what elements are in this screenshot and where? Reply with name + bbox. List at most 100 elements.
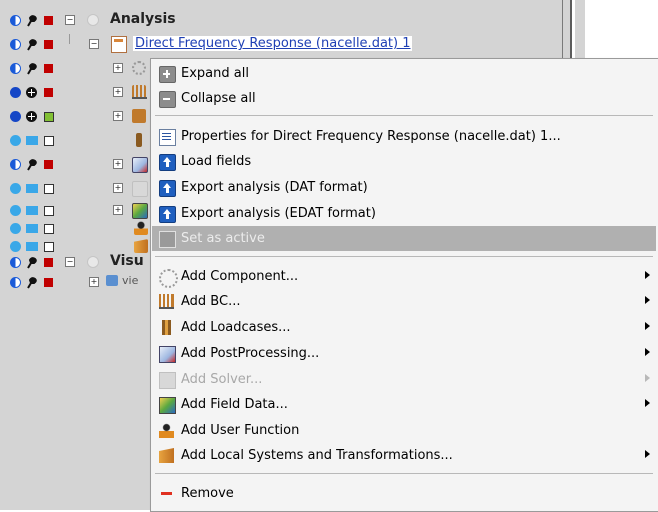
user-function-icon xyxy=(134,221,148,235)
menu-item-expand-all[interactable]: Expand all xyxy=(152,61,656,86)
submenu-arrow-icon xyxy=(645,348,650,356)
menu-item-export-dat[interactable]: Export analysis (DAT format) xyxy=(152,175,656,200)
load-fields-icon xyxy=(159,154,176,171)
solver-icon xyxy=(132,181,148,197)
empty-square-icon xyxy=(44,136,54,146)
menu-item-load-fields[interactable]: Load fields xyxy=(152,149,656,174)
postprocessing-icon xyxy=(159,346,176,363)
gear-icon xyxy=(159,269,178,288)
half-moon-icon xyxy=(10,63,21,74)
collapse-toggle[interactable]: − xyxy=(89,39,99,49)
local-systems-icon xyxy=(159,448,174,463)
menu-label: Add Component... xyxy=(181,269,299,284)
status-icons xyxy=(10,256,60,270)
status-icons xyxy=(10,86,60,100)
menu-separator xyxy=(155,115,653,116)
red-square-icon xyxy=(44,160,53,169)
cyan-square-icon xyxy=(26,224,38,233)
loadcase-icon xyxy=(132,109,146,123)
selected-tree-item[interactable]: Direct Frequency Response (nacelle.dat) … xyxy=(133,36,413,51)
menu-label: Export analysis (DAT format) xyxy=(181,180,368,195)
red-square-icon xyxy=(44,258,53,267)
menu-label: Add Local Systems and Transformations... xyxy=(181,448,453,463)
menu-item-add-bc[interactable]: Add BC... xyxy=(152,289,656,314)
menu-item-set-as-active[interactable]: Set as active xyxy=(152,226,656,251)
half-moon-icon xyxy=(10,15,21,26)
expand-toggle[interactable]: + xyxy=(113,111,123,121)
status-icons xyxy=(10,182,60,196)
cyan-dot-icon xyxy=(10,223,21,234)
field-data-icon xyxy=(159,397,176,414)
menu-item-add-loadcases[interactable]: Add Loadcases... xyxy=(152,315,656,340)
empty-square-icon xyxy=(44,224,54,234)
menu-item-add-component[interactable]: Add Component... xyxy=(152,264,656,289)
menu-label: Add Solver... xyxy=(181,372,263,387)
export-dat-icon xyxy=(159,180,176,197)
pin-icon xyxy=(27,39,37,51)
submenu-arrow-icon xyxy=(645,450,650,458)
empty-square-icon xyxy=(44,206,54,216)
cyan-square-icon xyxy=(26,206,38,215)
menu-item-add-solver[interactable]: Add Solver... xyxy=(152,367,656,392)
cyan-dot-icon xyxy=(10,135,21,146)
red-square-icon xyxy=(44,64,53,73)
collapse-toggle[interactable]: − xyxy=(65,257,75,267)
menu-label: Collapse all xyxy=(181,91,256,106)
half-moon-icon xyxy=(10,39,21,50)
postprocessing-icon xyxy=(132,157,148,173)
pin-icon xyxy=(27,15,37,27)
cyan-dot-icon xyxy=(10,205,21,216)
half-moon-icon xyxy=(10,159,21,170)
folder-circle-icon xyxy=(87,14,99,26)
expand-toggle[interactable]: + xyxy=(113,63,123,73)
menu-label: Set as active xyxy=(181,231,265,246)
status-icons xyxy=(10,38,60,52)
cyan-square-icon xyxy=(26,242,38,251)
menu-item-add-user-function[interactable]: Add User Function xyxy=(152,418,656,443)
remove-icon xyxy=(159,486,174,501)
submenu-arrow-icon xyxy=(645,296,650,304)
expand-toggle[interactable]: + xyxy=(113,87,123,97)
menu-separator xyxy=(155,473,653,474)
submenu-arrow-icon xyxy=(645,399,650,407)
cyan-square-icon xyxy=(26,184,38,193)
empty-square-icon xyxy=(44,242,54,252)
red-square-icon xyxy=(44,16,53,25)
bc-icon xyxy=(159,294,174,309)
bc-icon xyxy=(132,85,147,99)
tree-row-analysis[interactable]: − Analysis xyxy=(0,10,560,30)
menu-item-add-local-systems[interactable]: Add Local Systems and Transformations... xyxy=(152,443,656,468)
grid-icon xyxy=(26,111,37,122)
expand-toggle[interactable]: + xyxy=(113,205,123,215)
set-active-icon xyxy=(159,231,176,248)
status-icons xyxy=(10,14,60,28)
status-icons xyxy=(10,222,60,236)
tree-row-analysis-item[interactable]: − Direct Frequency Response (nacelle.dat… xyxy=(0,34,560,54)
red-square-icon xyxy=(44,40,53,49)
menu-item-add-field-data[interactable]: Add Field Data... xyxy=(152,392,656,417)
collapse-toggle[interactable]: − xyxy=(65,15,75,25)
section-label-analysis: Analysis xyxy=(110,11,176,27)
menu-label: Remove xyxy=(181,486,234,501)
menu-item-export-edat[interactable]: Export analysis (EDAT format) xyxy=(152,201,656,226)
menu-label: Add Field Data... xyxy=(181,397,288,412)
menu-item-properties[interactable]: Properties for Direct Frequency Response… xyxy=(152,124,656,149)
context-menu: Expand all Collapse all Properties for D… xyxy=(150,58,658,512)
status-icons xyxy=(10,62,60,76)
user-function-icon xyxy=(159,423,174,438)
expand-toggle[interactable]: + xyxy=(113,183,123,193)
visu-child-label: vie xyxy=(122,274,139,287)
red-square-icon xyxy=(44,88,53,97)
expand-toggle[interactable]: + xyxy=(89,277,99,287)
menu-label: Properties for Direct Frequency Response… xyxy=(181,129,561,144)
status-icons xyxy=(10,276,60,290)
menu-item-remove[interactable]: Remove xyxy=(152,481,656,506)
menu-label: Export analysis (EDAT format) xyxy=(181,206,376,221)
field-data-icon xyxy=(132,203,148,219)
menu-item-add-postprocessing[interactable]: Add PostProcessing... xyxy=(152,341,656,366)
viewer-icon xyxy=(106,275,118,286)
menu-item-collapse-all[interactable]: Collapse all xyxy=(152,86,656,111)
expand-toggle[interactable]: + xyxy=(113,159,123,169)
solver-icon xyxy=(159,372,176,389)
analysis-doc-icon xyxy=(111,36,127,53)
